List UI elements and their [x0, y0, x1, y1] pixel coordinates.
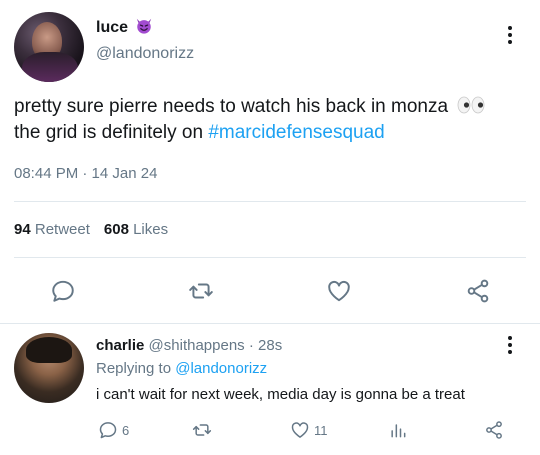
reply-retweet-button[interactable] [192, 420, 212, 440]
smiling-devil-emoji-icon [137, 18, 152, 34]
reply-analytics-button[interactable] [388, 420, 408, 440]
tweet-text-line2: the grid is definitely on [14, 122, 209, 143]
reply-share-button[interactable] [484, 420, 504, 440]
retweet-icon [192, 424, 212, 436]
replying-to-handle[interactable]: @landonorizz [175, 360, 267, 377]
retweet-count: 94 [14, 221, 31, 238]
eyes-emoji-icon [457, 96, 485, 114]
divider [14, 257, 526, 258]
author-name-row[interactable]: luce [96, 17, 153, 37]
reply-handle[interactable]: @shithappens [149, 337, 245, 354]
replying-to-label: Replying to [96, 360, 172, 377]
reply-more-options-icon[interactable] [505, 336, 515, 354]
divider [14, 201, 526, 202]
reply-icon [99, 422, 117, 439]
replying-to-line: Replying to @landonorizz [96, 360, 267, 377]
likes-label: Likes [133, 221, 169, 238]
likes-stat[interactable]: 608 Likes [104, 221, 168, 238]
share-icon[interactable] [465, 278, 491, 304]
reply-like-count: 11 [314, 422, 328, 438]
reply-icon[interactable] [50, 278, 76, 304]
reply-time: · 28s [248, 337, 283, 354]
tweet-action-bar [0, 268, 540, 312]
retweet-label: Retweet [34, 221, 90, 238]
more-options-icon[interactable] [505, 26, 515, 44]
reply-display-name[interactable]: charlie [96, 337, 144, 354]
reply-author-avatar[interactable] [14, 333, 84, 403]
reply-action-bar: 6 11 [96, 420, 516, 446]
retweet-stat[interactable]: 94 Retweet [14, 221, 90, 238]
author-handle[interactable]: @landonorizz [96, 45, 194, 63]
hashtag-link[interactable]: #marcidefensesquad [208, 122, 384, 143]
like-count: 608 [103, 221, 129, 238]
share-icon [486, 421, 502, 439]
reply-header: charlie @shithappens · 28s [96, 337, 282, 354]
analytics-icon [391, 424, 406, 438]
tweet-text-line1: pretty sure pierre needs to watch his ba… [14, 96, 449, 117]
reply-reply-count: 6 [122, 422, 130, 438]
tweet-timestamp[interactable]: 08:44 PM · 14 Jan 24 [14, 165, 157, 182]
reply-like-button[interactable]: 11 [290, 420, 328, 440]
tweet-text: pretty sure pierre needs to watch his ba… [14, 94, 534, 146]
like-icon[interactable] [326, 278, 352, 304]
divider [0, 323, 540, 324]
reply-reply-button[interactable]: 6 [98, 420, 129, 440]
author-avatar[interactable] [14, 12, 84, 82]
like-icon [291, 422, 309, 438]
reply-text: i can't wait for next week, media day is… [96, 386, 465, 403]
tweet-stats: 94 Retweet 608 Likes [14, 221, 168, 238]
author-display-name[interactable]: luce [96, 19, 128, 36]
retweet-icon[interactable] [188, 278, 214, 304]
